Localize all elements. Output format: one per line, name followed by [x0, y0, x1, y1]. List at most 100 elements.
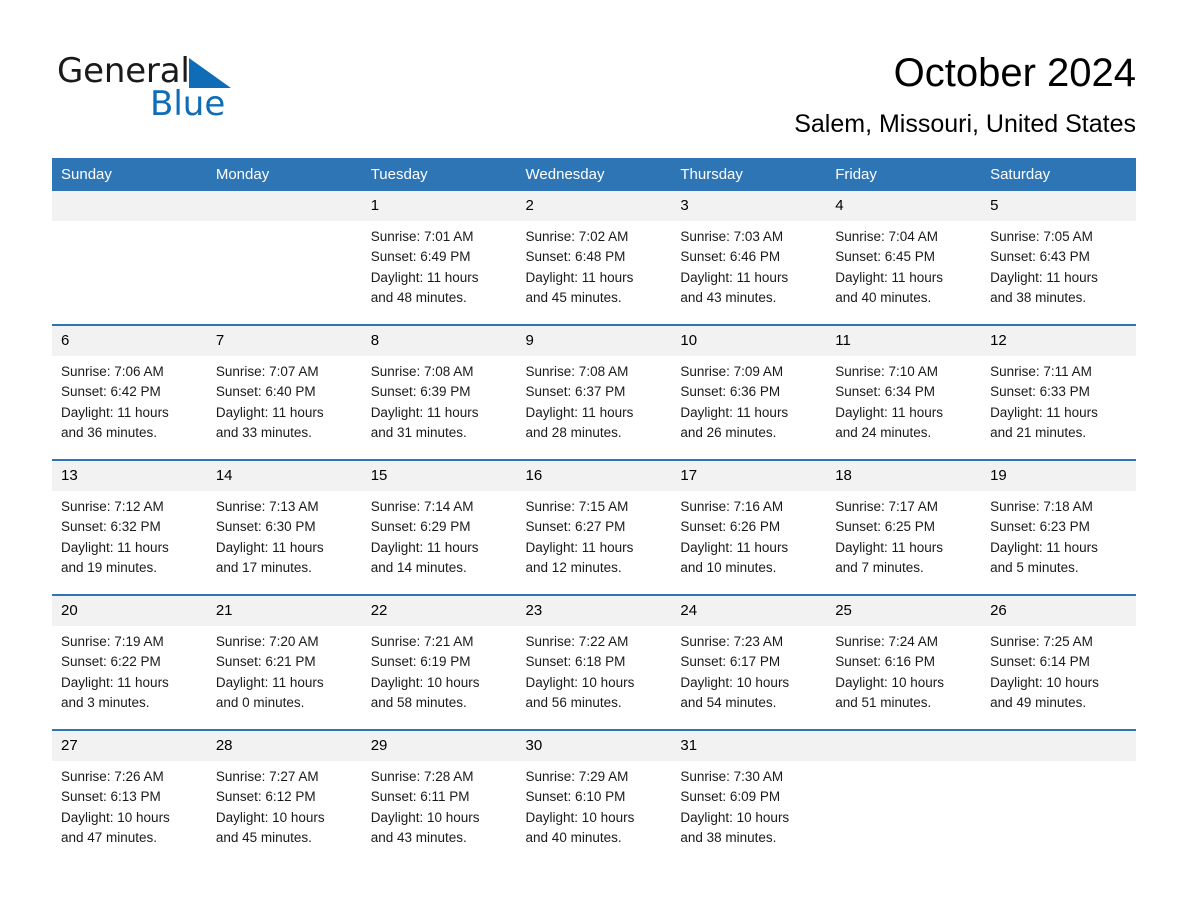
- calendar-day-cell[interactable]: 17 Sunrise: 7:16 AM Sunset: 6:26 PM Dayligh…: [671, 459, 827, 595]
- day-sun-info: Sunrise: 7:30 AM Sunset: 6:09 PM Daylight:…: [671, 761, 826, 848]
- sunrise-text: Sunrise: 7:17 AM: [835, 499, 939, 514]
- calendar-day-cell[interactable]: 21 Sunrise: 7:20 AM Sunset: 6:21 PM Dayligh…: [206, 594, 362, 730]
- day-cell-inner: 23 Sunrise: 7:22 AM Sunset: 6:18 PM Dayligh…: [516, 596, 672, 729]
- calendar-day-cell[interactable]: 11 Sunrise: 7:10 AM Sunset: 6:34 PM Dayligh…: [826, 324, 982, 460]
- day-cell-inner: 15 Sunrise: 7:14 AM Sunset: 6:29 PM Dayligh…: [361, 461, 517, 594]
- sunrise-text: Sunrise: 7:23 AM: [680, 634, 784, 649]
- calendar-day-cell[interactable]: 6 Sunrise: 7:06 AM Sunset: 6:42 PM Daylight…: [52, 324, 207, 460]
- day-number: 2: [516, 191, 672, 221]
- weekday-header-saturday: Saturday: [981, 158, 1136, 191]
- weekday-header-tuesday: Tuesday: [361, 158, 517, 191]
- day-cell-inner: 27 Sunrise: 7:26 AM Sunset: 6:13 PM Dayligh…: [52, 731, 207, 864]
- day-number: 12: [981, 326, 1136, 356]
- calendar-day-cell[interactable]: 2 Sunrise: 7:02 AM Sunset: 6:48 PM Daylight…: [516, 191, 672, 325]
- day-cell-inner: 2 Sunrise: 7:02 AM Sunset: 6:48 PM Daylight…: [516, 191, 672, 324]
- daylight-text: Daylight: 10 hours: [370, 674, 480, 690]
- day-number: 22: [361, 596, 517, 626]
- day-number: 3: [671, 191, 827, 221]
- calendar-day-cell[interactable]: 16 Sunrise: 7:15 AM Sunset: 6:27 PM Dayligh…: [516, 459, 672, 595]
- calendar-day-cell[interactable]: 28 Sunrise: 7:27 AM Sunset: 6:12 PM Dayligh…: [206, 729, 362, 864]
- calendar-day-cell[interactable]: 9 Sunrise: 7:08 AM Sunset: 6:37 PM Daylight…: [516, 324, 672, 460]
- calendar-header-row: Sunday Monday Tuesday Wednesday Thursday…: [52, 158, 1136, 191]
- weekday-header-wednesday: Wednesday: [516, 158, 672, 191]
- sunrise-text: Sunrise: 7:06 AM: [61, 364, 164, 379]
- day-sun-info: Sunrise: 7:09 AM Sunset: 6:36 PM Daylight:…: [671, 356, 826, 443]
- daylight-text: Daylight: 10 hours: [525, 674, 635, 690]
- day-cell-inner: 25 Sunrise: 7:24 AM Sunset: 6:16 PM Dayligh…: [826, 596, 982, 729]
- day-sun-info: Sunrise: 7:12 AM Sunset: 6:32 PM Daylight:…: [52, 491, 207, 578]
- calendar-day-cell[interactable]: 25 Sunrise: 7:24 AM Sunset: 6:16 PM Dayligh…: [826, 594, 982, 730]
- day-cell-inner: 11 Sunrise: 7:10 AM Sunset: 6:34 PM Dayligh…: [826, 326, 982, 459]
- day-sun-info: Sunrise: 7:15 AM Sunset: 6:27 PM Daylight:…: [517, 491, 672, 578]
- calendar-day-cell[interactable]: 5 Sunrise: 7:05 AM Sunset: 6:43 PM Daylight…: [981, 191, 1136, 325]
- sunrise-text: Sunrise: 7:13 AM: [215, 499, 319, 514]
- general-blue-logo[interactable]: General Blue: [57, 52, 357, 132]
- daylight-text: Daylight: 10 hours: [680, 809, 790, 825]
- sunrise-text: Sunrise: 7:15 AM: [525, 499, 629, 514]
- calendar-body: 1 Sunrise: 7:01 AM Sunset: 6:49 PM Daylight…: [52, 191, 1136, 864]
- calendar-week-row: 1 Sunrise: 7:01 AM Sunset: 6:49 PM Daylight…: [52, 191, 1136, 325]
- calendar-day-cell[interactable]: 29 Sunrise: 7:28 AM Sunset: 6:11 PM Dayligh…: [361, 729, 517, 864]
- day-sun-info: Sunrise: 7:16 AM Sunset: 6:26 PM Daylight:…: [671, 491, 826, 578]
- day-cell-inner: 12 Sunrise: 7:11 AM Sunset: 6:33 PM Dayligh…: [981, 326, 1136, 459]
- day-number: 26: [981, 596, 1136, 626]
- sunset-text: Sunset: 6:23 PM: [990, 519, 1090, 535]
- sunset-text: Sunset: 6:16 PM: [835, 654, 936, 670]
- title-block: October 2024 Salem, Missouri, United Sta…: [794, 48, 1136, 140]
- calendar-day-cell[interactable]: 24 Sunrise: 7:23 AM Sunset: 6:17 PM Dayligh…: [671, 594, 827, 730]
- day-number: 31: [671, 731, 827, 761]
- daylight-text: and 45 minutes.: [525, 289, 622, 305]
- calendar-day-cell[interactable]: 20 Sunrise: 7:19 AM Sunset: 6:22 PM Dayligh…: [52, 594, 207, 730]
- weekday-header-thursday: Thursday: [671, 158, 827, 191]
- calendar-day-cell[interactable]: 3 Sunrise: 7:03 AM Sunset: 6:46 PM Daylight…: [671, 191, 827, 325]
- calendar-day-cell[interactable]: 10 Sunrise: 7:09 AM Sunset: 6:36 PM Dayligh…: [671, 324, 827, 460]
- calendar-day-cell[interactable]: 13 Sunrise: 7:12 AM Sunset: 6:32 PM Dayligh…: [52, 459, 207, 595]
- daylight-text: and 58 minutes.: [370, 694, 467, 710]
- sunrise-text: Sunrise: 7:29 AM: [525, 769, 629, 784]
- sunrise-text: Sunrise: 7:05 AM: [990, 229, 1093, 244]
- daylight-text: Daylight: 11 hours: [680, 539, 789, 555]
- calendar-day-cell[interactable]: 31 Sunrise: 7:30 AM Sunset: 6:09 PM Dayligh…: [671, 729, 827, 864]
- sunrise-text: Sunrise: 7:28 AM: [370, 769, 474, 784]
- day-sun-info: Sunrise: 7:29 AM Sunset: 6:10 PM Daylight:…: [517, 761, 672, 848]
- daylight-text: Daylight: 11 hours: [61, 404, 169, 420]
- daylight-text: Daylight: 11 hours: [215, 404, 324, 420]
- sunrise-text: Sunrise: 7:25 AM: [990, 634, 1093, 649]
- daylight-text: Daylight: 11 hours: [990, 269, 1098, 285]
- day-cell-inner: 10 Sunrise: 7:09 AM Sunset: 6:36 PM Dayligh…: [671, 326, 827, 459]
- calendar-day-cell[interactable]: 1 Sunrise: 7:01 AM Sunset: 6:49 PM Daylight…: [361, 191, 517, 325]
- daylight-text: and 38 minutes.: [990, 289, 1087, 305]
- calendar-day-cell[interactable]: 22 Sunrise: 7:21 AM Sunset: 6:19 PM Dayligh…: [361, 594, 517, 730]
- calendar-day-cell[interactable]: 8 Sunrise: 7:08 AM Sunset: 6:39 PM Daylight…: [361, 324, 517, 460]
- day-sun-info: Sunrise: 7:28 AM Sunset: 6:11 PM Daylight:…: [362, 761, 517, 848]
- sunrise-text: Sunrise: 7:24 AM: [835, 634, 939, 649]
- calendar-day-cell[interactable]: 14 Sunrise: 7:13 AM Sunset: 6:30 PM Dayligh…: [206, 459, 362, 595]
- sunset-text: Sunset: 6:45 PM: [835, 249, 936, 265]
- calendar-day-cell[interactable]: 19 Sunrise: 7:18 AM Sunset: 6:23 PM Dayligh…: [981, 459, 1136, 595]
- sunrise-text: Sunrise: 7:20 AM: [215, 634, 319, 649]
- sunset-text: Sunset: 6:13 PM: [61, 789, 161, 805]
- daylight-text: and 26 minutes.: [680, 424, 777, 440]
- day-number: 1: [361, 191, 517, 221]
- day-number: 16: [516, 461, 672, 491]
- calendar-day-cell[interactable]: 18 Sunrise: 7:17 AM Sunset: 6:25 PM Dayligh…: [826, 459, 982, 595]
- calendar-day-cell[interactable]: 30 Sunrise: 7:29 AM Sunset: 6:10 PM Dayligh…: [516, 729, 672, 864]
- day-sun-info: Sunrise: 7:06 AM Sunset: 6:42 PM Daylight:…: [52, 356, 207, 443]
- sunset-text: Sunset: 6:42 PM: [61, 384, 161, 400]
- day-number: 7: [206, 326, 362, 356]
- sunrise-text: Sunrise: 7:21 AM: [370, 634, 474, 649]
- calendar-day-cell[interactable]: 4 Sunrise: 7:04 AM Sunset: 6:45 PM Daylight…: [826, 191, 982, 325]
- calendar-week-row: 6 Sunrise: 7:06 AM Sunset: 6:42 PM Daylight…: [52, 324, 1136, 460]
- calendar-day-cell[interactable]: 7 Sunrise: 7:07 AM Sunset: 6:40 PM Daylight…: [206, 324, 362, 460]
- day-sun-info: Sunrise: 7:02 AM Sunset: 6:48 PM Daylight:…: [517, 221, 672, 308]
- sunset-text: Sunset: 6:09 PM: [680, 789, 781, 805]
- day-sun-info: Sunrise: 7:11 AM Sunset: 6:33 PM Daylight:…: [981, 356, 1136, 443]
- sunset-text: Sunset: 6:30 PM: [215, 519, 316, 535]
- day-number: 9: [516, 326, 672, 356]
- calendar-day-cell[interactable]: 12 Sunrise: 7:11 AM Sunset: 6:33 PM Dayligh…: [981, 324, 1136, 460]
- calendar-day-cell[interactable]: 23 Sunrise: 7:22 AM Sunset: 6:18 PM Dayligh…: [516, 594, 672, 730]
- calendar-day-cell[interactable]: 26 Sunrise: 7:25 AM Sunset: 6:14 PM Dayligh…: [981, 594, 1136, 730]
- daylight-text: and 33 minutes.: [215, 424, 312, 440]
- calendar-day-cell[interactable]: 27 Sunrise: 7:26 AM Sunset: 6:13 PM Dayligh…: [52, 729, 207, 864]
- calendar-day-cell[interactable]: 15 Sunrise: 7:14 AM Sunset: 6:29 PM Dayligh…: [361, 459, 517, 595]
